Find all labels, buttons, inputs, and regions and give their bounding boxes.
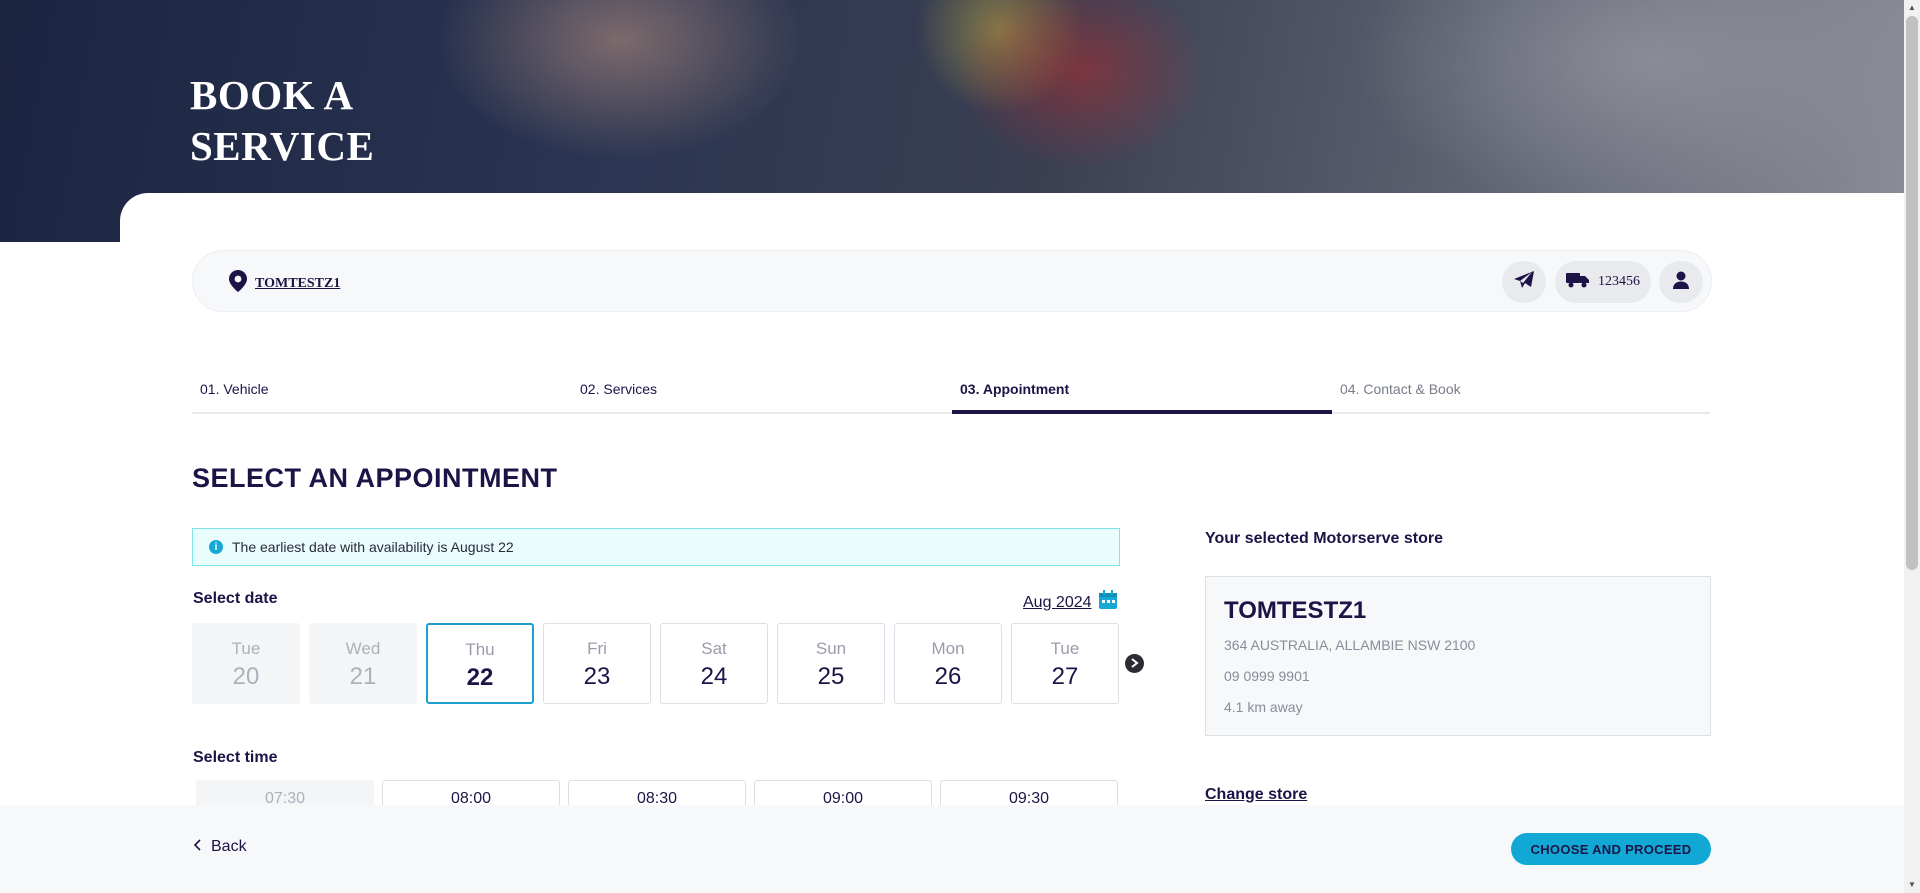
date-option[interactable]: Fri 23 xyxy=(543,623,651,704)
booking-topbar: TOMTESTZ1 123456 xyxy=(192,250,1712,312)
selected-store-link[interactable]: TOMTESTZ1 xyxy=(229,270,340,297)
select-date-label: Select date xyxy=(193,590,278,607)
account-button[interactable] xyxy=(1659,261,1703,303)
availability-info-banner: i The earliest date with availability is… xyxy=(192,528,1120,566)
chevron-right-icon xyxy=(1130,655,1139,673)
date-number: 25 xyxy=(817,663,845,690)
calendar-icon xyxy=(1098,590,1118,615)
month-picker[interactable]: Aug 2024 xyxy=(1023,590,1118,615)
store-address: 364 AUSTRALIA, ALLAMBIE NSW 2100 xyxy=(1224,637,1476,653)
date-number: 27 xyxy=(1051,663,1079,690)
step-contact-book: 04. Contact & Book xyxy=(1340,381,1461,397)
date-option: Wed 21 xyxy=(309,623,417,704)
store-phone: 09 0999 9901 xyxy=(1224,668,1310,684)
step-vehicle[interactable]: 01. Vehicle xyxy=(192,374,572,412)
location-pin-icon xyxy=(229,270,247,297)
month-label: Aug 2024 xyxy=(1023,593,1092,611)
date-number: 23 xyxy=(583,663,611,690)
date-option[interactable]: Tue 27 xyxy=(1011,623,1119,704)
next-dates-button[interactable] xyxy=(1125,654,1144,673)
vehicle-rego: 123456 xyxy=(1598,274,1640,289)
store-card-name: TOMTESTZ1 xyxy=(1224,597,1367,624)
date-number: 26 xyxy=(934,663,962,690)
share-button[interactable] xyxy=(1502,261,1546,303)
date-number: 24 xyxy=(700,663,728,690)
date-day: Wed xyxy=(345,639,381,658)
send-icon xyxy=(1514,270,1534,294)
date-option[interactable]: Sun 25 xyxy=(777,623,885,704)
date-option-selected[interactable]: Thu 22 xyxy=(426,623,534,704)
date-option: Tue 20 xyxy=(192,623,300,704)
store-card: TOMTESTZ1 364 AUSTRALIA, ALLAMBIE NSW 21… xyxy=(1205,576,1711,736)
scroll-up-icon[interactable]: ▲ xyxy=(1904,0,1920,16)
date-day: Fri xyxy=(587,639,607,658)
section-title: SELECT AN APPOINTMENT xyxy=(192,463,558,493)
date-number: 21 xyxy=(349,663,377,690)
selected-store-heading: Your selected Motorserve store xyxy=(1205,530,1444,547)
store-distance: 4.1 km away xyxy=(1224,699,1303,715)
date-day: Sat xyxy=(701,639,727,658)
chevron-left-icon xyxy=(193,838,201,856)
back-button[interactable]: Back xyxy=(193,838,247,856)
date-day: Tue xyxy=(1050,639,1080,658)
date-day: Mon xyxy=(931,639,965,658)
scrollbar-thumb[interactable] xyxy=(1906,16,1918,570)
store-name: TOMTESTZ1 xyxy=(255,275,341,291)
scroll-down-icon[interactable]: ▼ xyxy=(1904,877,1920,893)
availability-info-text: The earliest date with availability is A… xyxy=(232,539,514,555)
date-day: Thu xyxy=(465,640,495,659)
page-title: BOOK A SERVICE xyxy=(190,72,375,169)
back-label: Back xyxy=(211,838,247,855)
date-option[interactable]: Mon 26 xyxy=(894,623,1002,704)
info-icon: i xyxy=(209,540,223,554)
date-number: 22 xyxy=(466,664,494,691)
step-services[interactable]: 02. Services xyxy=(572,374,952,412)
date-day: Tue xyxy=(231,639,261,658)
date-option[interactable]: Sat 24 xyxy=(660,623,768,704)
step-appointment[interactable]: 03. Appointment xyxy=(952,374,1332,414)
user-icon xyxy=(1673,271,1689,294)
truck-icon xyxy=(1566,272,1590,293)
change-store-link[interactable]: Change store xyxy=(1205,786,1307,804)
choose-and-proceed-button[interactable]: CHOOSE AND PROCEED xyxy=(1511,833,1711,865)
booking-steps: 01. Vehicle 02. Services 03. Appointment… xyxy=(192,374,1710,414)
date-number: 20 xyxy=(232,663,260,690)
select-time-label: Select time xyxy=(193,749,278,766)
vehicle-button[interactable]: 123456 xyxy=(1555,261,1651,303)
date-day: Sun xyxy=(815,639,847,658)
